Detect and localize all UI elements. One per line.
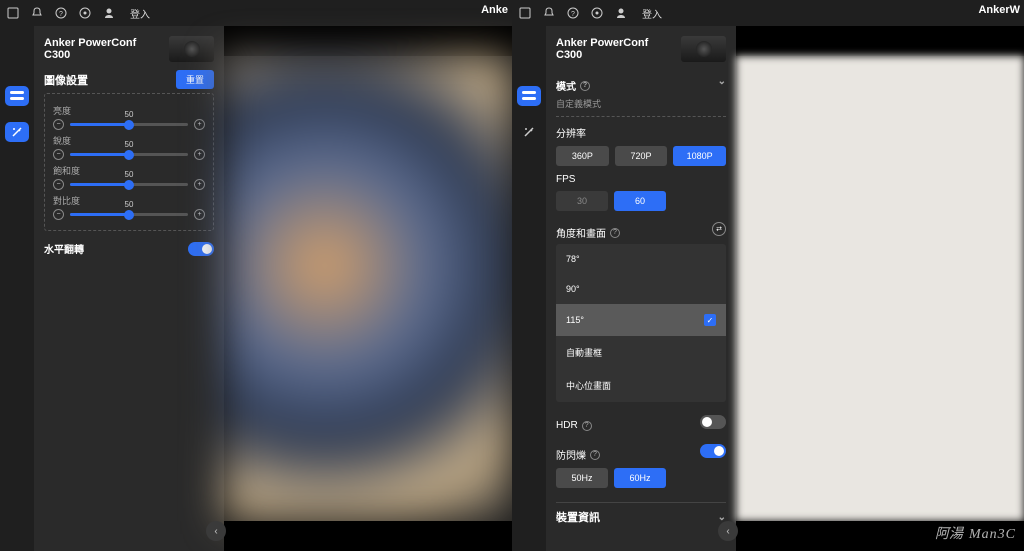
preview-right: [736, 26, 1024, 551]
help-icon[interactable]: ?: [590, 450, 600, 460]
increase-button[interactable]: +: [194, 149, 205, 160]
help-icon[interactable]: ?: [582, 421, 592, 431]
preview-left: [224, 26, 512, 551]
rail-adjust-icon[interactable]: [517, 86, 541, 106]
decrease-button[interactable]: −: [53, 119, 64, 130]
device-image: [681, 36, 726, 62]
flicker-label: 防閃爍: [556, 447, 586, 462]
angle-option[interactable]: 78°: [556, 244, 726, 274]
slider-row: − 50 +: [53, 209, 205, 220]
option-pill[interactable]: 360P: [556, 146, 609, 166]
brand-right: AnkerW: [978, 4, 1020, 16]
angle-option[interactable]: 115°✓: [556, 304, 726, 336]
device-image: [169, 36, 214, 62]
angle-option[interactable]: 中心位畫面: [556, 369, 726, 402]
fps-options: 30 60: [556, 191, 666, 211]
chevron-down-icon[interactable]: ⌄: [718, 76, 726, 87]
decrease-button[interactable]: −: [53, 179, 64, 190]
section-image-settings: 圖像設置: [44, 72, 88, 88]
slider-track[interactable]: 50: [70, 210, 188, 220]
bell-icon[interactable]: [30, 6, 44, 20]
increase-button[interactable]: +: [194, 179, 205, 190]
left-app: ? 登入 Anke Anker PowerConf C300 圖像設置 重置 亮…: [0, 0, 512, 551]
svg-text:?: ?: [571, 11, 575, 18]
right-app: ? 登入 AnkerW Anker PowerConf C300 模式 ? ⌄ …: [512, 0, 1024, 551]
fps-label: FPS: [556, 174, 575, 185]
reset-button[interactable]: 重置: [176, 70, 214, 89]
decrease-button[interactable]: −: [53, 209, 64, 220]
angle-option-list: 78°90°115°✓自動畫框中心位畫面: [556, 244, 726, 402]
slider-group: 亮度 − 50 + 銳度 − 50 + 飽和度 − 50: [44, 93, 214, 231]
mode-header[interactable]: 模式: [556, 78, 576, 93]
user-icon[interactable]: [614, 6, 628, 20]
option-pill[interactable]: 50Hz: [556, 468, 608, 488]
flip-toggle[interactable]: [188, 242, 214, 256]
option-pill[interactable]: 30: [556, 191, 608, 211]
slider-track[interactable]: 50: [70, 120, 188, 130]
device-name: Anker PowerConf C300: [556, 37, 675, 61]
hz-options: 50Hz 60Hz: [556, 468, 666, 488]
login-link[interactable]: 登入: [642, 6, 662, 21]
option-pill[interactable]: 60: [614, 191, 666, 211]
left-rail-r: [512, 26, 546, 551]
device-info-header[interactable]: 裝置資訊: [556, 509, 600, 525]
increase-button[interactable]: +: [194, 119, 205, 130]
settings-panel-right: Anker PowerConf C300 模式 ? ⌄ 自定義模式 分辨率 36…: [546, 26, 736, 551]
slider-row: − 50 +: [53, 179, 205, 190]
target-icon[interactable]: [590, 6, 604, 20]
increase-button[interactable]: +: [194, 209, 205, 220]
settings-panel-left: Anker PowerConf C300 圖像設置 重置 亮度 − 50 + 銳…: [34, 26, 224, 551]
brand-left: Anke: [481, 4, 508, 16]
window-icon[interactable]: [518, 6, 532, 20]
flicker-toggle[interactable]: [700, 444, 726, 458]
help-icon[interactable]: ?: [566, 6, 580, 20]
mode-sub: 自定義模式: [556, 97, 726, 110]
left-rail: [0, 26, 34, 551]
hdr-toggle[interactable]: [700, 415, 726, 429]
slider-row: − 50 +: [53, 119, 205, 130]
check-icon: ✓: [704, 314, 716, 326]
login-link[interactable]: 登入: [130, 6, 150, 21]
slider-row: − 50 +: [53, 149, 205, 160]
device-name: Anker PowerConf C300: [44, 37, 163, 61]
titlebar-r: ? 登入 AnkerW: [512, 0, 1024, 26]
watermark: 阿湯Man3C: [935, 523, 1016, 543]
svg-text:?: ?: [59, 11, 63, 18]
help-icon[interactable]: ?: [54, 6, 68, 20]
angle-option[interactable]: 自動畫框: [556, 336, 726, 369]
titlebar: ? 登入 Anke: [0, 0, 512, 26]
collapse-panel-button[interactable]: ‹: [206, 521, 226, 541]
bell-icon[interactable]: [542, 6, 556, 20]
collapse-panel-button[interactable]: ‹: [718, 521, 738, 541]
decrease-button[interactable]: −: [53, 149, 64, 160]
option-pill[interactable]: 60Hz: [614, 468, 666, 488]
option-pill[interactable]: 720P: [615, 146, 668, 166]
slider-track[interactable]: 50: [70, 180, 188, 190]
window-icon[interactable]: [6, 6, 20, 20]
angle-option[interactable]: 90°: [556, 274, 726, 304]
angle-label: 角度和畫面: [556, 225, 606, 240]
resolution-label: 分辨率: [556, 125, 586, 140]
rail-magic-icon[interactable]: [517, 122, 541, 142]
user-icon[interactable]: [102, 6, 116, 20]
mirror-icon[interactable]: ⇄: [712, 222, 726, 236]
flip-label: 水平翻轉: [44, 241, 84, 256]
slider-track[interactable]: 50: [70, 150, 188, 160]
target-icon[interactable]: [78, 6, 92, 20]
option-pill[interactable]: 1080P: [673, 146, 726, 166]
resolution-options: 360P 720P1080P: [556, 146, 726, 166]
help-icon[interactable]: ?: [610, 228, 620, 238]
help-icon[interactable]: ?: [580, 81, 590, 91]
hdr-label: HDR: [556, 420, 578, 431]
rail-magic-icon[interactable]: [5, 122, 29, 142]
rail-adjust-icon[interactable]: [5, 86, 29, 106]
